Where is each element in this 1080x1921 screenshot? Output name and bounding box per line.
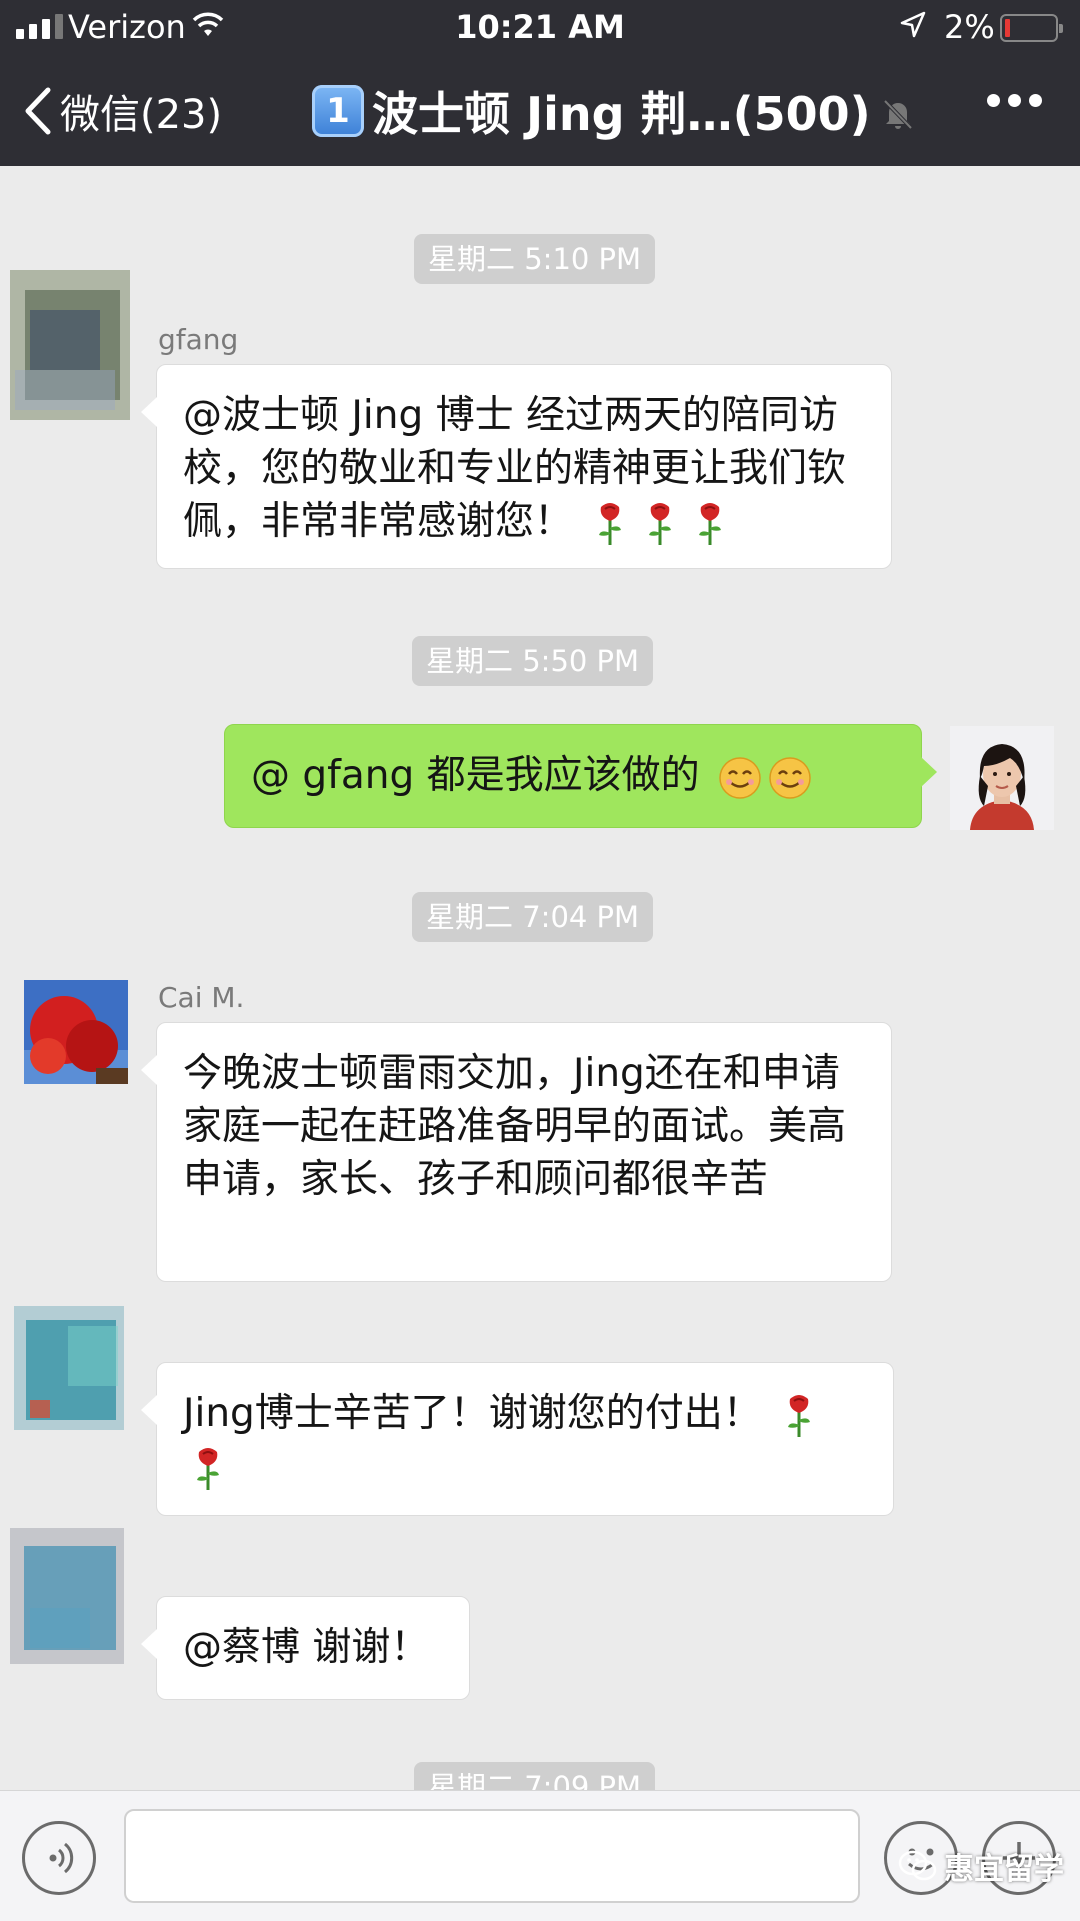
avatar[interactable] [10,1528,128,1664]
avatar[interactable] [14,1306,128,1430]
message-input[interactable] [124,1809,860,1903]
back-chevron-icon [25,87,51,135]
timestamp: 星期二 5:10 PM [414,234,656,284]
message-text: @蔡博 谢谢！ [183,1625,430,1670]
page-title: 波士顿 Jing 荆…(500) [372,87,871,141]
sender-name: Cai M. [158,981,245,1014]
chat-title: 1 波士顿 Jing 荆…(500) [312,78,915,144]
rose-icon [649,502,672,545]
rose-icon [788,1394,811,1437]
mute-bell-icon [881,97,915,135]
avatar[interactable] [24,980,128,1084]
battery-icon [1000,14,1063,42]
timestamp: 星期二 5:50 PM [412,636,654,686]
avatar[interactable] [10,270,130,420]
rose-icon [197,1447,219,1490]
message-bubble[interactable]: Jing博士辛苦了！谢谢您的付出！ [141,1362,894,1516]
watermark-text: 惠宜留学 [944,1852,1064,1887]
message-bubble[interactable]: 今晚波士顿雷雨交加，Jing还在和申请家庭一起在赶路准备明早的面试。美高申请，家… [141,1022,892,1282]
rose-icon [699,502,722,545]
my-avatar[interactable] [950,726,1054,830]
back-label: 微信(23) [60,92,223,138]
top-bar: Verizon 10:21 AM 2% 微信(23) 1 波士顿 Jing 荆…… [0,0,1080,166]
message-text: @波士顿 Jing 博士 经过两天的陪同访校，您的敬业和专业的精神更让我们钦佩，… [183,393,847,544]
wechat-logo-icon [898,1850,937,1881]
timestamp: 星期二 7:04 PM [412,892,654,942]
message-bubble[interactable]: @波士顿 Jing 博士 经过两天的陪同访校，您的敬业和专业的精神更让我们钦佩，… [141,364,892,569]
outgoing-message-bubble[interactable]: @ gfang 都是我应该做的 [224,724,937,828]
location-arrow-icon [898,10,928,44]
battery-percent: 2% [944,8,995,46]
title-badge: 1 [312,85,364,137]
sender-name: gfang [158,323,239,356]
voice-icon[interactable] [22,1821,96,1895]
message-text: Jing博士辛苦了！谢谢您的付出！ [183,1391,762,1436]
smile-emoji-icon [769,756,811,799]
watermark: 惠宜留学 [898,1844,1064,1888]
message-text: 今晚波士顿雷雨交加，Jing还在和申请家庭一起在赶路准备明早的面试。美高申请，家… [183,1051,847,1202]
more-dots-icon[interactable] [987,94,1042,107]
message-text: @ gfang 都是我应该做的 [251,753,700,798]
rose-icon [599,502,622,545]
back-button[interactable]: 微信(23) [22,82,222,140]
status-bar: Verizon 10:21 AM 2% [0,0,1080,56]
message-bubble[interactable]: @蔡博 谢谢！ [141,1596,470,1700]
smile-emoji-icon [719,756,761,799]
nav-bar: 微信(23) 1 波士顿 Jing 荆…(500) [0,56,1080,166]
